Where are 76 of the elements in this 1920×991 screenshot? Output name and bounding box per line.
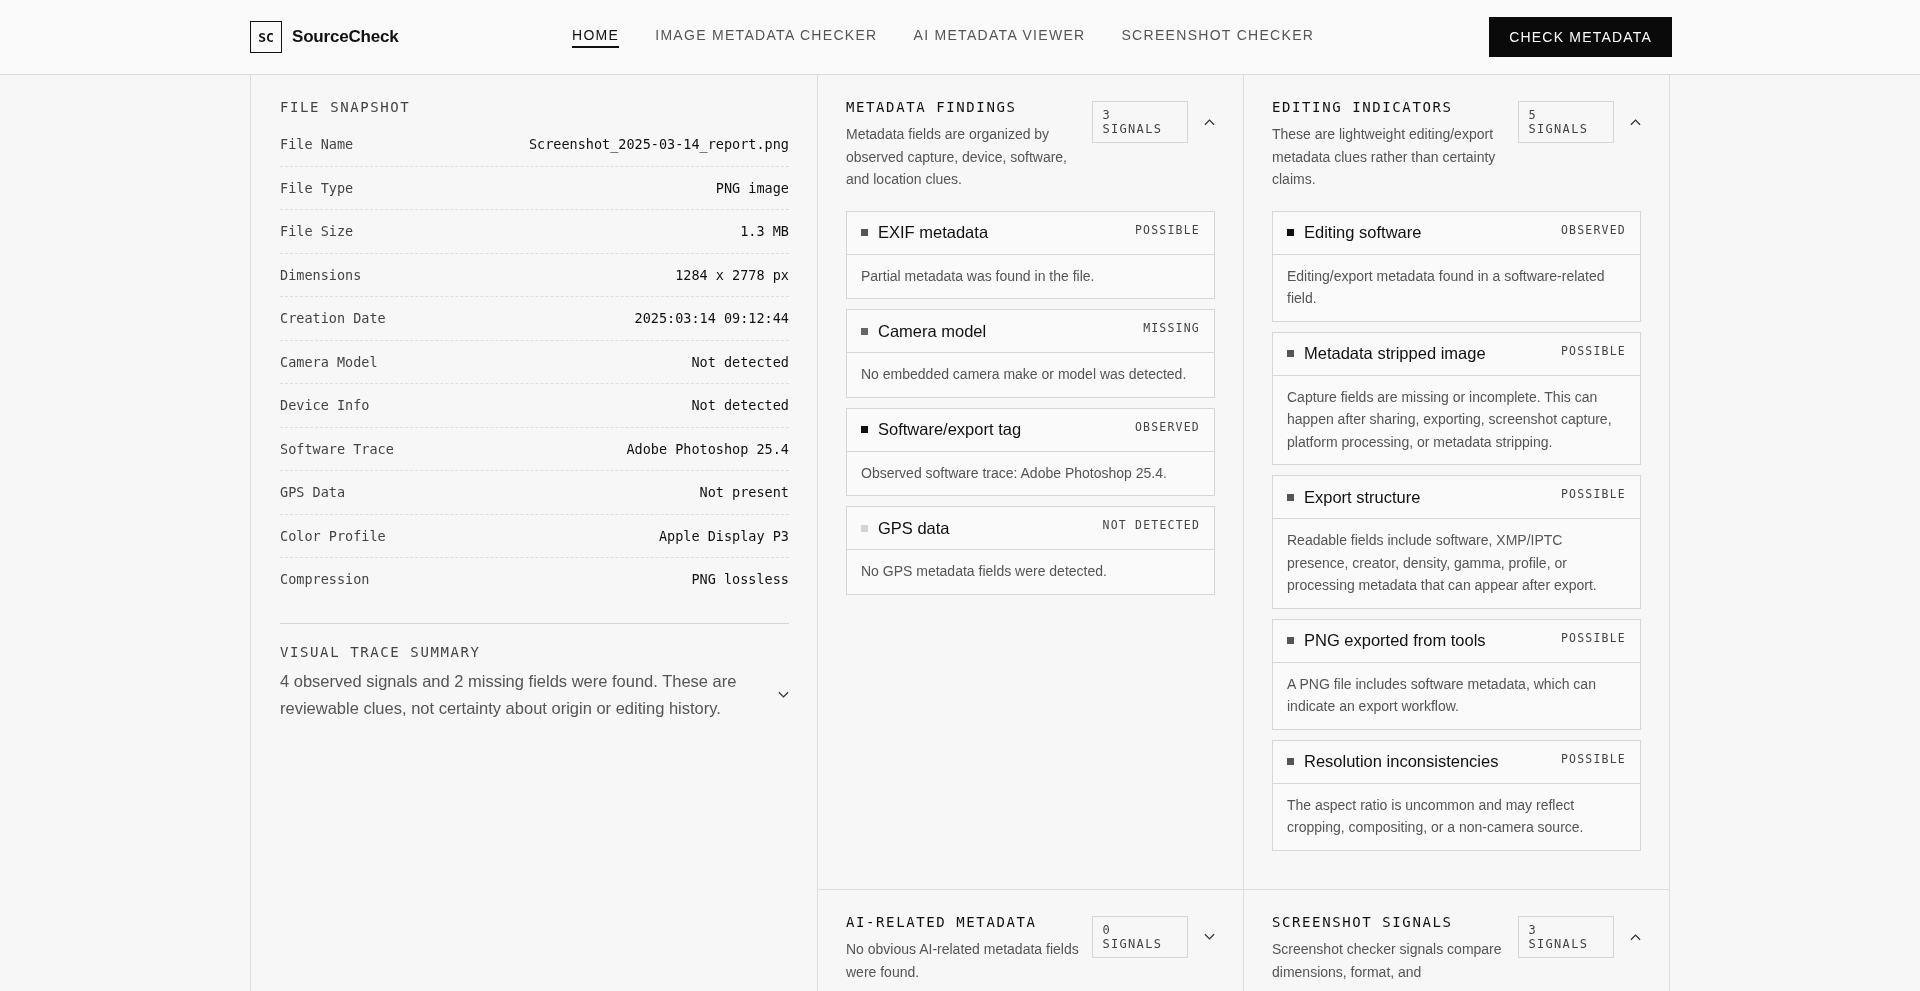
finding-text: No GPS metadata fields were detected.	[860, 562, 1108, 581]
chevron-up-icon[interactable]	[1630, 118, 1641, 126]
section-description: These are lightweight editing/export metadata clues rather than certainty claims.	[1272, 125, 1497, 189]
nav-link[interactable]: SCREENSHOT CHECKER	[1121, 26, 1315, 48]
finding-text: The aspect ratio is uncommon and may reflect cropping, compositing, or a non-camera source.	[1286, 795, 1585, 837]
field-value: Not detected	[691, 353, 789, 370]
field-label: File Size	[280, 223, 354, 240]
chevron-up-icon[interactable]	[1204, 118, 1215, 126]
finding-text: Partial metadata was found in the file.	[860, 266, 1096, 286]
finding-title: GPS data	[878, 518, 951, 538]
brand-name[interactable]: SourceCheck	[292, 27, 399, 47]
chevron-down-icon[interactable]	[1204, 933, 1215, 941]
finding-status: POSSIBLE	[1135, 222, 1200, 237]
section-title: FILE SNAPSHOT	[280, 99, 412, 115]
finding-title: EXIF metadata	[878, 223, 990, 242]
field-value: Adobe Photoshop 25.4	[626, 440, 789, 457]
field-value: 2025:03:14 09:12:44	[634, 310, 789, 327]
finding-text: Observed software trace: Adobe Photoshop 25.4.	[860, 463, 1168, 483]
field-value: Not present	[699, 484, 789, 501]
summary-text: 4 observed signals and 2 missing fields were found. These are reviewable clues, not certainty about origin or editing history.	[280, 670, 738, 719]
field-label: Color Profile	[280, 527, 386, 544]
finding-title: Export structure	[1304, 487, 1422, 507]
section-title: EDITING INDICATORS	[1272, 99, 1454, 115]
finding-status: MISSING	[1143, 321, 1200, 335]
finding-status: OBSERVED	[1135, 419, 1200, 434]
chevron-up-icon[interactable]	[1630, 933, 1641, 941]
finding-status: POSSIBLE	[1561, 751, 1626, 766]
field-label: Device Info	[280, 397, 370, 414]
finding-title: Metadata stripped image	[1304, 344, 1487, 363]
signal-count-badge: 5 SIGNALS	[1517, 101, 1614, 143]
finding-title: PNG exported from tools	[1304, 631, 1487, 650]
field-value: 1284 x 2778 px	[675, 266, 789, 283]
field-label: Dimensions	[280, 266, 362, 283]
signal-count-badge: 0 SIGNALS	[1091, 916, 1188, 958]
field-label: Camera Model	[280, 353, 378, 370]
chevron-down-icon[interactable]	[778, 690, 789, 699]
field-value: 1.3 MB	[740, 223, 789, 240]
finding-status: OBSERVED	[1561, 222, 1626, 237]
finding-text: No embedded camera make or model was detected.	[860, 365, 1188, 384]
section-title: VISUAL TRACE SUMMARY	[280, 643, 482, 660]
nav-link[interactable]: IMAGE METADATA CHECKER	[655, 26, 878, 48]
finding-status: POSSIBLE	[1561, 630, 1626, 645]
finding-text: Editing/export metadata found in a software-related field.	[1286, 266, 1606, 308]
nav-link[interactable]: HOME	[572, 26, 620, 48]
logo[interactable]: SC	[250, 21, 282, 53]
signal-count-badge: 3 SIGNALS	[1517, 916, 1614, 958]
section-title: AI-RELATED METADATA	[846, 914, 1038, 930]
field-label: GPS Data	[280, 484, 346, 501]
finding-title: Camera model	[878, 321, 988, 341]
finding-text: Readable fields include software, XMP/IPTC presence, creator, density, gamma, profile, or processing metadata that can appear after export.	[1286, 531, 1598, 595]
finding-title: Resolution inconsistencies	[1304, 752, 1500, 771]
field-label: Creation Date	[280, 310, 386, 327]
finding-title: Editing software	[1304, 223, 1423, 242]
finding-status: POSSIBLE	[1561, 343, 1626, 358]
field-value: Apple Display P3	[658, 527, 789, 544]
field-label: File Type	[280, 179, 354, 196]
field-value: Screenshot_2025-03-14_report.png	[528, 136, 789, 153]
field-label: Software Trace	[280, 440, 394, 457]
finding-status: POSSIBLE	[1561, 487, 1626, 501]
field-value: Not detected	[691, 397, 789, 414]
section-description: Screenshot checker signals compare dimensions, format, and	[1272, 940, 1503, 982]
section-description: Metadata fields are organized by observed capture, device, software, and location clues.	[846, 125, 1068, 189]
section-title: SCREENSHOT SIGNALS	[1272, 914, 1454, 930]
field-label: File Name	[280, 136, 354, 153]
finding-text: Capture fields are missing or incomplete. This can happen after sharing, exporting, screenshot capture, platform processing, or metadata stripping.	[1286, 387, 1613, 452]
field-value: PNG image	[715, 179, 789, 196]
check-metadata-button[interactable]: CHECK METADATA	[1489, 17, 1672, 57]
finding-status: NOT DETECTED	[1102, 518, 1200, 532]
section-description: No obvious AI-related metadata fields were found.	[846, 940, 1080, 982]
field-label: Compression	[280, 571, 370, 588]
field-value: PNG lossless	[691, 571, 789, 588]
nav-link[interactable]: AI METADATA VIEWER	[913, 26, 1086, 48]
finding-text: A PNG file includes software metadata, which can indicate an export workflow.	[1286, 674, 1597, 716]
finding-title: Software/export tag	[878, 420, 1023, 439]
section-title: METADATA FINDINGS	[846, 99, 1018, 115]
signal-count-badge: 3 SIGNALS	[1091, 101, 1188, 143]
